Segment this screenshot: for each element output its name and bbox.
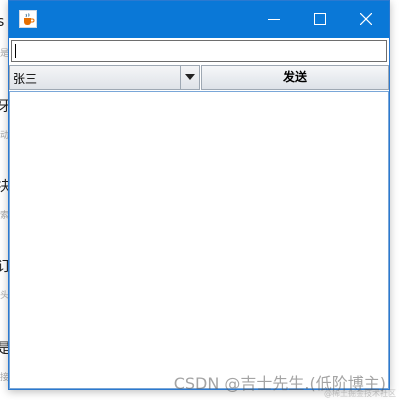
message-input[interactable] [11,40,387,62]
close-button[interactable] [343,1,389,38]
java-cup-icon[interactable] [19,10,37,28]
maximize-button[interactable] [297,1,343,38]
minimize-icon [268,19,280,20]
maximize-icon [314,13,326,25]
combobox-selected-value: 张三 [13,72,38,86]
title-bar[interactable] [9,1,389,38]
send-button[interactable]: 发送 [201,65,389,90]
chat-display-area[interactable] [9,91,389,389]
text-caret [15,44,16,58]
close-icon [360,13,372,25]
recipient-combobox[interactable]: 张三 [9,65,200,90]
combobox-arrow-button[interactable] [180,66,199,89]
background-char: s [0,14,5,30]
minimize-button[interactable] [251,1,297,38]
watermark-subtext: @稀土掘金技术社区 [324,389,396,398]
app-window: 张三 发送 [8,0,390,390]
chevron-down-icon [185,74,195,80]
